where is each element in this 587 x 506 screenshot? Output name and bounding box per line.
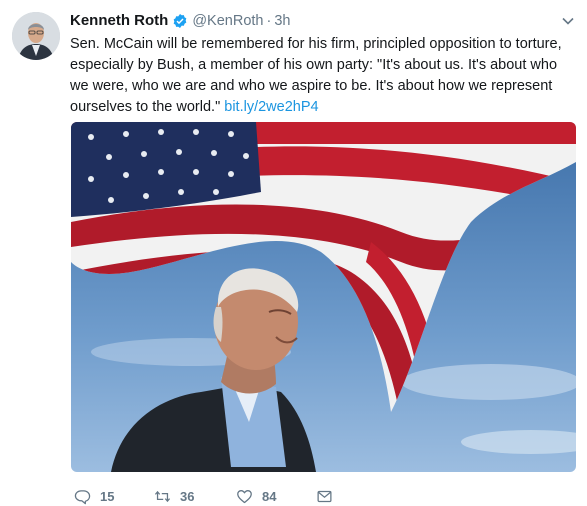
tweet-actions: 15 36 84 (74, 488, 333, 505)
tweet-header: Kenneth Roth @KenRoth · 3h (70, 10, 575, 32)
reply-count: 15 (100, 489, 115, 504)
tweet-text: Sen. McCain will be remembered for his f… (70, 34, 575, 118)
avatar[interactable] (12, 12, 60, 60)
author-name[interactable]: Kenneth Roth (70, 11, 168, 31)
heart-icon (237, 490, 252, 504)
like-count: 84 (262, 489, 277, 504)
envelope-icon (317, 490, 332, 503)
tweet-content: Kenneth Roth @KenRoth · 3h Sen. McCain w… (70, 10, 575, 118)
reply-button[interactable]: 15 (74, 488, 154, 505)
retweet-count: 36 (180, 489, 195, 504)
direct-message-button[interactable] (316, 488, 333, 505)
tweet-photo[interactable] (71, 122, 576, 472)
retweet-button[interactable]: 36 (154, 488, 236, 505)
tweet-card: Kenneth Roth @KenRoth · 3h Sen. McCain w… (0, 0, 587, 506)
chevron-down-icon[interactable] (561, 14, 575, 28)
verified-badge-icon (173, 14, 187, 28)
author-handle[interactable]: @KenRoth (192, 11, 263, 31)
tweet-timestamp[interactable]: 3h (274, 11, 290, 31)
like-button[interactable]: 84 (236, 488, 316, 505)
reply-icon (74, 490, 91, 505)
separator-dot: · (266, 13, 272, 29)
retweet-icon (154, 490, 171, 503)
tweet-link[interactable]: bit.ly/2we2hP4 (224, 99, 318, 115)
